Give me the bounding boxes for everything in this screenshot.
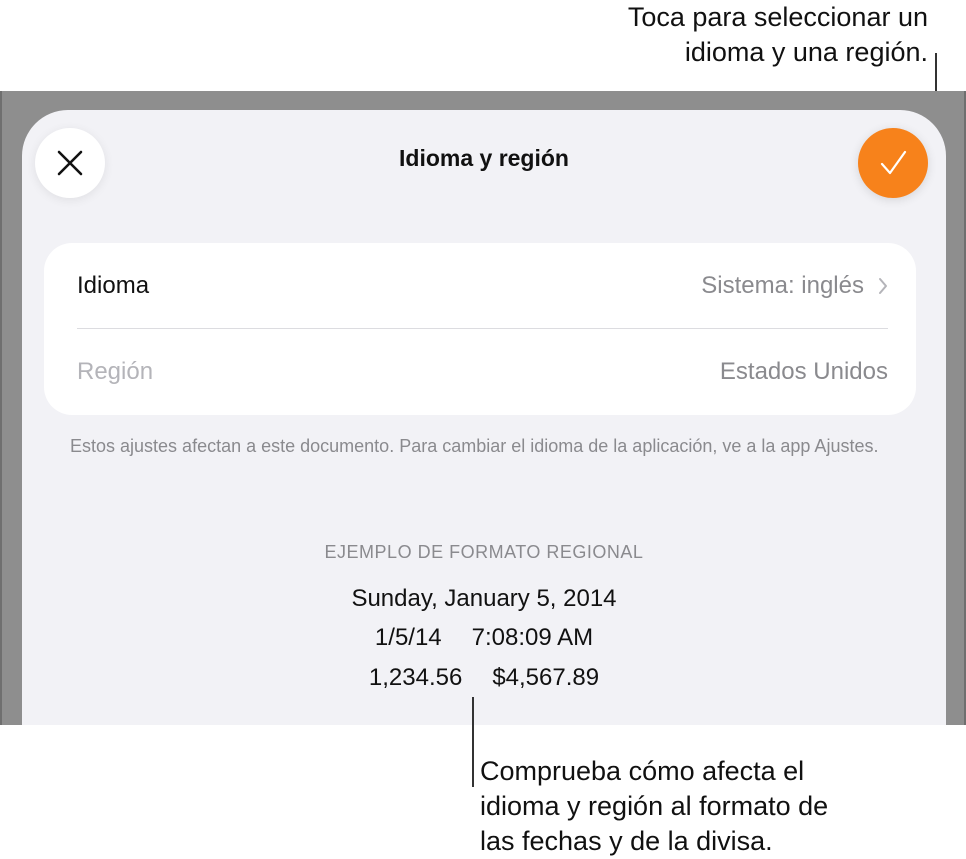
- language-row[interactable]: Idioma Sistema: inglés: [77, 243, 888, 329]
- sample-date-long-text: Sunday, January 5, 2014: [351, 585, 617, 612]
- checkmark-icon: [880, 150, 907, 175]
- callout-leader-bottom: [472, 697, 474, 787]
- callout-format-preview: Comprueba cómo afecta el idioma y región…: [480, 754, 828, 859]
- sample-number: 1,234.56: [368, 664, 463, 691]
- sample-currency: $4,567.89: [492, 664, 600, 691]
- settings-footnote: Estos ajustes afectan a este documento. …: [70, 436, 879, 456]
- sample-date-time: 1/5/14 7:08:09 AM: [22, 624, 946, 652]
- language-label: Idioma: [77, 272, 150, 299]
- callout-line-2: idioma y región al formato de: [480, 791, 829, 821]
- screen-edge-left: [0, 91, 2, 725]
- language-region-sheet: Idioma y región Idioma Sistema: inglés R…: [22, 110, 946, 725]
- callout-line-1: Comprueba cómo afecta el: [480, 756, 805, 786]
- sample-format-header: EJEMPLO DE FORMATO REGIONAL: [324, 542, 644, 562]
- sample-date-short: 1/5/14: [374, 624, 442, 651]
- callout-language-region: Toca para seleccionar un idioma y una re…: [628, 0, 928, 70]
- callout-line-3: las fechas y de la divisa.: [480, 826, 773, 856]
- language-value-wrap: Sistema: inglés: [701, 272, 888, 300]
- sample-number-currency: 1,234.56 $4,567.89: [22, 664, 946, 692]
- region-value: Estados Unidos: [719, 358, 888, 385]
- chevron-right-icon: [879, 278, 887, 294]
- language-value: Sistema: inglés: [701, 272, 864, 299]
- callout-line-2: idioma y una región.: [684, 37, 928, 67]
- region-row: Región Estados Unidos: [77, 329, 888, 415]
- sample-time: 7:08:09 AM: [471, 624, 594, 651]
- sample-date-long: Sunday, January 5, 2014: [22, 585, 946, 613]
- callout-line-1: Toca para seleccionar un: [627, 2, 928, 32]
- settings-group: Idioma Sistema: inglés Región Estados Un…: [44, 243, 916, 415]
- done-button[interactable]: [858, 128, 928, 198]
- sheet-title: Idioma y región: [399, 145, 569, 171]
- region-label: Región: [77, 358, 154, 385]
